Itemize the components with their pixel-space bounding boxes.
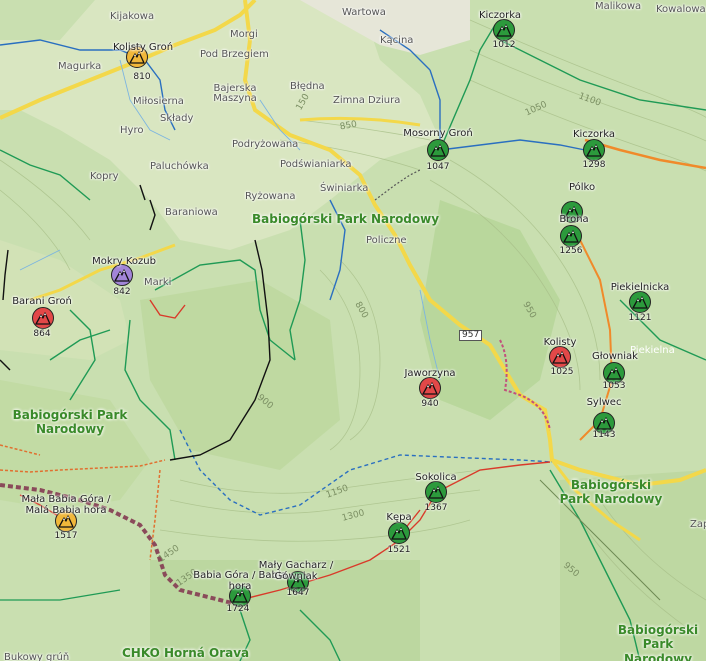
peak-elevation-label: 940 — [421, 399, 439, 409]
peak-name-label: Kolisty Groń — [112, 42, 174, 53]
place-label: Podryżowana — [232, 139, 299, 150]
peak-name-label: Brona — [559, 214, 589, 225]
place-label: Malikowa — [595, 1, 642, 12]
peak-elevation-label: 1298 — [582, 160, 606, 170]
peak-name-label: Piekielnicka — [610, 282, 670, 293]
place-label: Kącina — [380, 35, 414, 46]
place-label: Kowalowa — [656, 4, 706, 15]
peak-name-label: Jaworzyna — [404, 368, 456, 379]
peak-marker[interactable] — [493, 19, 515, 41]
peak-elevation-label: 1521 — [387, 545, 411, 555]
place-label: Zap — [690, 519, 706, 530]
peak-name-label: Mały Gacharz / Gówniak — [258, 560, 334, 582]
peak-name-label: Kolisty — [543, 337, 577, 348]
place-label: Pod Brzegiem — [200, 49, 269, 60]
mountain-icon — [428, 485, 444, 499]
peak-name-label: Barani Groń — [12, 296, 72, 307]
peak-name-label: Sokolica — [415, 472, 457, 483]
place-label: Miłosierna — [133, 96, 184, 107]
place-label: Ryżowana — [245, 191, 296, 202]
mountain-icon — [632, 295, 648, 309]
place-label: Hyro — [120, 125, 144, 136]
peak-marker[interactable] — [419, 377, 441, 399]
peak-elevation-label: 1025 — [550, 367, 574, 377]
peak-name-label: Mała Babia Góra / Malá Babia hora — [21, 494, 111, 516]
place-label: Kijakowa — [110, 11, 155, 22]
peak-marker[interactable] — [549, 346, 571, 368]
park-label: Babiogórski Park Narodowy — [12, 408, 128, 437]
park-label: CHKO Horná Orava — [122, 646, 250, 660]
peak-name-label: Kępa — [386, 512, 412, 523]
topographic-map[interactable]: Kijakowa Magurka Morgi Pod Brzegiem Wart… — [0, 0, 706, 661]
mountain-icon — [114, 268, 130, 282]
peak-marker[interactable] — [388, 522, 410, 544]
place-label: Policzne — [366, 235, 407, 246]
peak-marker[interactable] — [629, 291, 651, 313]
peak-elevation-label: 1724 — [226, 604, 250, 614]
mountain-icon — [422, 381, 438, 395]
place-label: Marki — [144, 277, 172, 288]
peak-name-label: Sylwec — [586, 397, 622, 408]
peak-name-label: Kiczorka — [478, 10, 522, 21]
place-label: Świniarka — [320, 183, 369, 194]
peak-name-label: Głowniak — [592, 351, 638, 362]
place-label: Paluchówka — [150, 161, 209, 172]
mountain-icon — [552, 350, 568, 364]
mountain-icon — [58, 514, 74, 528]
peak-elevation-label: 1047 — [426, 162, 450, 172]
place-label: Bajerska Maszyna — [213, 83, 257, 104]
place-label: Kopry — [90, 171, 119, 182]
place-label: Bukowy grúň — [4, 652, 70, 661]
peak-marker[interactable] — [427, 139, 449, 161]
peak-elevation-label: 864 — [33, 329, 51, 339]
peak-elevation-label: 1053 — [602, 381, 626, 391]
mountain-icon — [391, 526, 407, 540]
peak-elevation-label: 1121 — [628, 313, 652, 323]
peak-elevation-label: 842 — [113, 287, 131, 297]
peak-elevation-label: 1256 — [559, 246, 583, 256]
peak-elevation-label: 1647 — [286, 588, 310, 598]
place-label: Magurka — [58, 61, 102, 72]
peak-elevation-label: 1367 — [424, 503, 448, 513]
mountain-icon — [586, 143, 602, 157]
place-label: Zimna Dziura — [333, 95, 401, 106]
peak-elevation-label: 1012 — [492, 40, 516, 50]
place-label: Morgi — [230, 29, 258, 40]
mountain-icon — [496, 23, 512, 37]
park-label: Babiogórski Park Narodowy — [617, 623, 699, 661]
place-label: Podświaniarka — [280, 159, 352, 170]
mountain-icon — [35, 311, 51, 325]
place-label: Wartowa — [342, 7, 386, 18]
mountain-icon — [606, 366, 622, 380]
peak-name-label: Mosorny Groń — [403, 128, 473, 139]
peak-marker[interactable] — [111, 264, 133, 286]
mountain-icon — [430, 143, 446, 157]
peak-marker[interactable] — [425, 481, 447, 503]
peak-name-label: Mokry Kozub — [92, 256, 156, 267]
peak-elevation-label: 810 — [133, 72, 151, 82]
road-number-badge: 957 — [459, 330, 483, 341]
peak-name-label: Pólko — [568, 182, 596, 193]
peak-marker[interactable] — [32, 307, 54, 329]
place-label: Składy — [160, 113, 194, 124]
peak-marker[interactable] — [583, 139, 605, 161]
place-label: Baraniowa — [165, 207, 218, 218]
mountain-icon — [596, 416, 612, 430]
park-label: Babiogórski Park Narodowy — [252, 212, 440, 226]
peak-elevation-label: 1517 — [54, 531, 78, 541]
peak-name-label: Kiczorka — [572, 129, 616, 140]
mountain-icon — [563, 229, 579, 243]
place-label: Błędna — [290, 81, 325, 92]
peak-elevation-label: 1143 — [592, 430, 616, 440]
peak-marker[interactable] — [560, 225, 582, 247]
park-label: Babiogórski Park Narodowy — [559, 478, 663, 507]
